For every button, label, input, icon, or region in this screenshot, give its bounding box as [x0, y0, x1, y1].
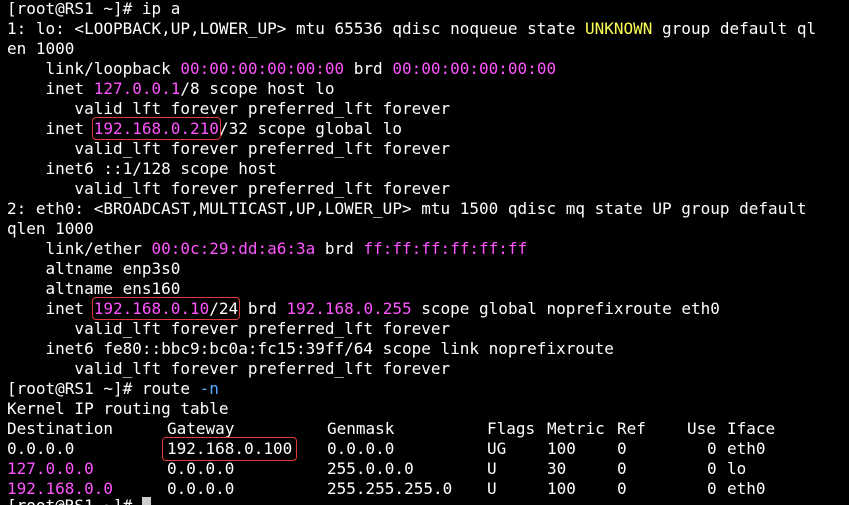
route-row-1-genmask: 255.0.0.0 [327, 459, 414, 478]
eth0-lft-1: valid_lft forever preferred_lft forever [7, 319, 451, 338]
route-row-loopback: 127.0.0.0 0.0.0.0 255.0.0.0 U 30 0 0 lo [7, 459, 847, 479]
command-route: route [141, 379, 200, 398]
route-row-1-destination: 127.0.0.0 [7, 459, 94, 478]
eth0-brd-label: brd [315, 239, 364, 258]
prompt: [root@RS1 ~]# [7, 496, 142, 505]
lo-inet-addr: 127.0.0.1 [93, 79, 181, 98]
eth0-inet-brd-label: brd [238, 299, 287, 318]
lo-brd: 00:00:00:00:00:00 [392, 59, 557, 78]
lo-header-tail: group default ql [652, 19, 817, 38]
lo-lft-3: valid_lft forever preferred_lft forever [7, 179, 451, 198]
route-row-0-ref: 0 [617, 439, 627, 458]
eth0-header-wrap: qlen 1000 [7, 219, 94, 238]
eth0-lft-2: valid_lft forever preferred_lft forever [7, 359, 451, 378]
route-row-1-flags: U [487, 459, 497, 478]
route-col-metric: Metric [547, 419, 605, 438]
lo-inet-vip: inet 192.168.0.210/32 scope global lo [7, 117, 402, 140]
eth0-mac: 00:0c:29:dd:a6:3a [151, 239, 316, 258]
route-row-2-metric: 100 [547, 479, 576, 498]
route-row-2-use: 0 [707, 479, 717, 498]
lo-header: 1: lo: <LOOPBACK,UP,LOWER_UP> mtu 65536 … [7, 19, 816, 39]
lo-inet-rest: /8 scope host lo [180, 79, 335, 98]
lo-state: UNKNOWN [584, 19, 653, 38]
prompt-line-current[interactable]: [root@RS1 ~]# [7, 496, 151, 505]
lo-lft-1: valid_lft forever preferred_lft forever [7, 99, 451, 118]
route-row-1-ref: 0 [617, 459, 627, 478]
command-route-flag: -n [199, 379, 219, 398]
eth0-header: 2: eth0: <BROADCAST,MULTICAST,UP,LOWER_U… [7, 199, 807, 218]
route-row-1-metric: 30 [547, 459, 567, 478]
lo-lft-2: valid_lft forever preferred_lft forever [7, 139, 451, 158]
route-col-ref: Ref [617, 419, 646, 438]
route-row-1-gateway: 0.0.0.0 [167, 459, 235, 478]
route-row-0-metric: 100 [547, 439, 576, 458]
route-col-genmask: Genmask [327, 419, 395, 438]
eth0-inet-highlighted: 192.168.0.10/24 [91, 297, 241, 320]
route-row-0-destination: 0.0.0.0 [7, 439, 75, 458]
route-row-0-gateway-highlighted: 192.168.0.100 [161, 437, 298, 461]
lo-inet-loopback: inet 127.0.0.1/8 scope host lo [7, 79, 335, 99]
route-row-1-iface: lo [727, 459, 747, 478]
route-row-2-genmask: 255.255.255.0 [327, 479, 453, 498]
lo-link-line: link/loopback 00:00:00:00:00:00 brd 00:0… [7, 59, 557, 79]
lo-header-wrap: en 1000 [7, 39, 75, 58]
route-col-gateway: Gateway [167, 419, 235, 438]
prompt: [root@RS1 ~]# [7, 0, 142, 18]
route-row-0-flags: UG [487, 439, 507, 458]
eth0-inet-brd: 192.168.0.255 [286, 299, 412, 318]
route-col-iface: Iface [727, 419, 776, 438]
route-row-2-ref: 0 [617, 479, 627, 498]
lo-mac: 00:00:00:00:00:00 [180, 59, 345, 78]
eth0-altname-1: altname enp3s0 [7, 259, 181, 278]
route-row-0-genmask: 0.0.0.0 [327, 439, 395, 458]
route-row-1-use: 0 [707, 459, 717, 478]
eth0-inet-addr: 192.168.0.10 [93, 299, 210, 318]
eth0-altname-2: altname ens160 [7, 279, 181, 298]
eth0-inet-rest: scope global noprefixroute eth0 [411, 299, 720, 318]
prompt: [root@RS1 ~]# [7, 379, 142, 398]
prompt-line-route: [root@RS1 ~]# route -n [7, 379, 219, 399]
eth0-link-line: link/ether 00:0c:29:dd:a6:3a brd ff:ff:f… [7, 239, 528, 259]
lo-vip-addr-highlighted: 192.168.0.210 [91, 117, 221, 140]
route-table-title: Kernel IP routing table [7, 399, 229, 418]
lo-inet-label: inet [7, 79, 94, 98]
route-row-0-iface: eth0 [727, 439, 766, 458]
command-ip-a: ip a [141, 0, 181, 18]
lo-brd-label: brd [344, 59, 393, 78]
route-row-2-iface: eth0 [727, 479, 766, 498]
route-col-destination: Destination [7, 419, 113, 438]
lo-vip-rest: /32 scope global lo [218, 119, 402, 138]
route-col-flags: Flags [487, 419, 536, 438]
terminal-window[interactable]: [root@RS1 ~]# ip a 1: lo: <LOOPBACK,UP,L… [0, 0, 849, 505]
route-row-2-gateway: 0.0.0.0 [167, 479, 235, 498]
eth0-brd: ff:ff:ff:ff:ff:ff [363, 239, 528, 258]
lo-link-label: link/loopback [7, 59, 181, 78]
route-row-2-flags: U [487, 479, 497, 498]
lo-vip-label: inet [7, 119, 94, 138]
eth0-inet-label: inet [7, 299, 94, 318]
route-header-row: Destination Gateway Genmask Flags Metric… [7, 419, 847, 439]
prompt-line-ip-a: [root@RS1 ~]# ip a [7, 0, 180, 19]
eth0-link-label: link/ether [7, 239, 152, 258]
eth0-inet6: inet6 fe80::bbc9:bc0a:fc15:39ff/64 scope… [7, 339, 614, 358]
route-row-0-use: 0 [707, 439, 717, 458]
route-col-use: Use [687, 419, 716, 438]
text-cursor [141, 497, 151, 505]
route-row-default: 0.0.0.0 192.168.0.100 0.0.0.0 UG 100 0 0… [7, 437, 847, 461]
eth0-inet-cidr: /24 [209, 299, 239, 318]
lo-header-text: 1: lo: <LOOPBACK,UP,LOWER_UP> mtu 65536 … [7, 19, 585, 38]
eth0-inet: inet 192.168.0.10/24 brd 192.168.0.255 s… [7, 297, 720, 320]
lo-inet6: inet6 ::1/128 scope host [7, 159, 277, 178]
